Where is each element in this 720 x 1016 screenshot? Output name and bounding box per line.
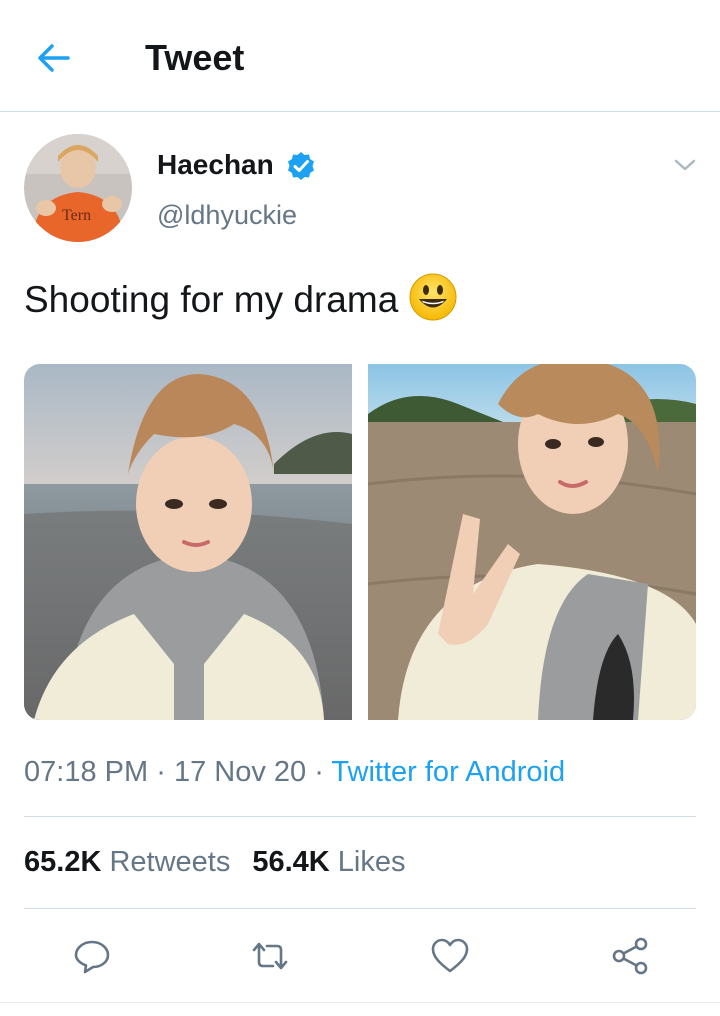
page-title: Tweet — [145, 37, 245, 78]
reply-icon — [74, 940, 110, 974]
like-icon — [431, 938, 469, 973]
tweet-photo-1[interactable] — [24, 364, 352, 720]
bottom-divider — [0, 1002, 720, 1003]
retweet-button[interactable] — [248, 934, 292, 978]
meta-separator: · — [156, 756, 166, 788]
likes-label: Likes — [337, 846, 406, 878]
share-button[interactable] — [608, 934, 652, 978]
arrow-left-icon — [38, 44, 70, 72]
like-button[interactable] — [428, 934, 472, 978]
share-icon — [612, 937, 648, 975]
svg-text:Tern: Tern — [62, 207, 91, 224]
likes-stat[interactable]: 56.4K Likes — [252, 846, 405, 878]
tweet-photo-2[interactable] — [368, 364, 696, 720]
back-button[interactable] — [30, 36, 78, 80]
reply-button[interactable] — [70, 934, 114, 978]
app-header: Tweet — [0, 0, 720, 112]
retweets-stat[interactable]: 65.2K Retweets — [24, 846, 230, 878]
tweet-meta: 07:18 PM · 17 Nov 20 · Twitter for Andro… — [24, 750, 565, 794]
tweet-date: 17 Nov 20 — [173, 756, 307, 788]
likes-count: 56.4K — [252, 846, 330, 878]
tweet-text-content: Shooting for my drama — [24, 279, 399, 320]
tweet-stats: 65.2K Retweets 56.4K Likes — [24, 840, 406, 884]
retweet-icon — [252, 942, 288, 970]
author-name[interactable]: Haechan — [157, 145, 274, 185]
verified-badge-icon — [288, 152, 314, 180]
divider — [24, 816, 696, 817]
tweet-text: Shooting for my drama — [24, 272, 458, 326]
meta-separator-2: · — [314, 756, 324, 788]
retweets-count: 65.2K — [24, 846, 102, 878]
divider — [24, 908, 696, 909]
tweet-source-link[interactable]: Twitter for Android — [331, 756, 565, 788]
avatar[interactable]: Tern — [24, 134, 132, 242]
author-handle[interactable]: @ldhyuckie — [157, 195, 297, 235]
tweet-time: 07:18 PM — [24, 756, 149, 788]
retweets-label: Retweets — [109, 846, 231, 878]
chevron-down-icon[interactable] — [668, 148, 702, 182]
smiley-face-emoji — [409, 273, 457, 321]
